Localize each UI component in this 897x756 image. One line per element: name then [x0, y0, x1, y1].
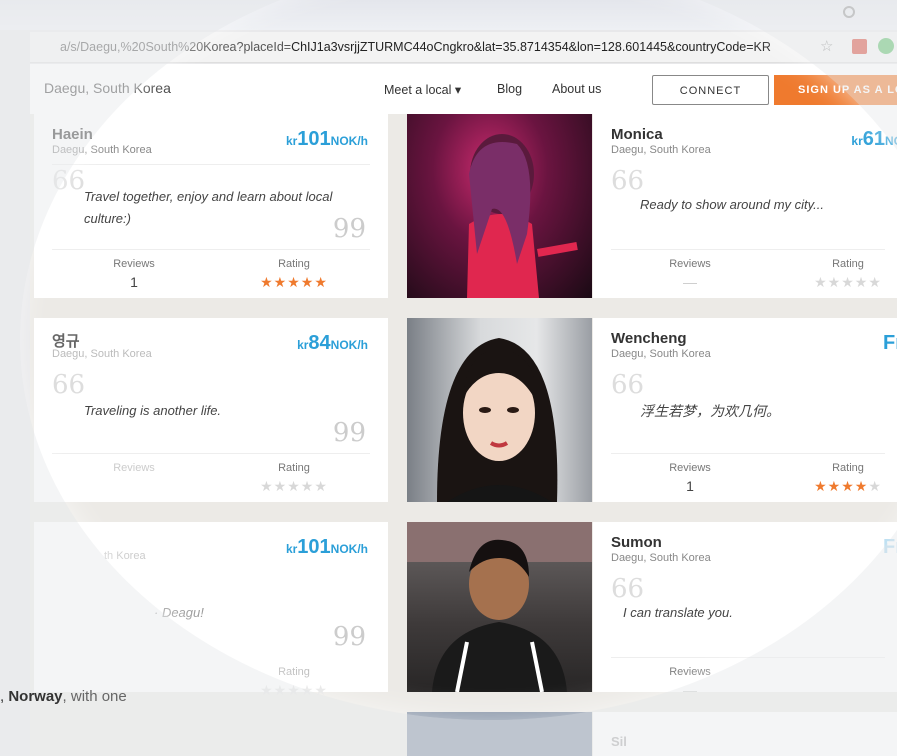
nav-blog[interactable]: Blog [497, 82, 522, 96]
url-rest: ChIJ1a3vsrjjZTURMC44oCngkro&lat=35.87143… [291, 40, 771, 54]
extension-icon[interactable] [878, 38, 894, 54]
local-photo-wencheng[interactable] [407, 318, 592, 502]
bookmark-star-icon[interactable]: ☆ [820, 37, 833, 55]
window-control-icon[interactable] [843, 6, 855, 18]
local-card-wencheng[interactable]: Wencheng Daegu, South Korea Fr 66 浮生若梦，为… [593, 318, 897, 502]
local-photo-sumon[interactable] [407, 522, 592, 692]
connect-button[interactable]: CONNECT [652, 75, 769, 105]
reviews-count: 1 [686, 478, 694, 494]
sign-up-as-local-button[interactable]: SIGN UP AS A LO [774, 75, 897, 105]
portrait-image [437, 338, 558, 502]
local-card-partial[interactable]: th Korea kr101NOK/h · Deagu! 99 Rating ★… [34, 522, 388, 698]
local-price: kr84NOK/h [297, 332, 368, 354]
local-price-free: Fr [883, 332, 897, 354]
local-city: Daegu, South Korea [611, 552, 711, 564]
address-bar[interactable]: a/s/Daegu,%20South%20Korea?placeId=ChIJ1… [60, 36, 830, 58]
outer-window-chrome [0, 0, 897, 30]
local-price: kr101NOK/h [285, 128, 368, 150]
rating-label: Rating [832, 258, 864, 270]
nav-about-us[interactable]: About us [552, 82, 601, 96]
portrait-image [407, 522, 592, 692]
local-price: kr101NOK/h [285, 536, 368, 558]
rating-label: Rating [278, 462, 310, 474]
divider [52, 249, 370, 250]
divider [611, 657, 885, 658]
screenshot-stage: a/s/Daegu,%20South%20Korea?placeId=ChIJ1… [0, 0, 897, 756]
local-name: Sil [611, 734, 627, 749]
local-name: Monica [611, 126, 663, 143]
nav-meet-a-local[interactable]: Meet a local ▾ [384, 82, 461, 97]
background-headline: , Norway, with one [0, 688, 127, 705]
local-bio: Travel together, enjoy and learn about l… [84, 189, 333, 226]
url-prefix: a/s/Daegu,%20South%20Korea?placeId= [60, 40, 292, 54]
rating-stars: ★★★★★ [814, 274, 882, 290]
browser-address-row: a/s/Daegu,%20South%20Korea?placeId=ChIJ1… [30, 32, 897, 63]
divider [611, 453, 885, 454]
site-navbar: Daegu, South Korea Meet a local ▾ Blog A… [30, 64, 897, 115]
quote-open-icon: 66 [52, 370, 86, 400]
local-photo-monica[interactable] [407, 114, 592, 298]
rating-label: Rating [832, 462, 864, 474]
rating-stars: ★★★★★ [260, 274, 328, 290]
local-bio: · Deagu! [154, 605, 204, 620]
location-label[interactable]: Daegu, South Korea [44, 80, 171, 96]
local-city: th Korea [104, 550, 146, 562]
local-city: Daegu, South Korea [52, 348, 152, 360]
rating-stars: ★★★★★ [260, 682, 328, 698]
local-card-haein[interactable]: Haein Daegu, South Korea kr101NOK/h 66 T… [34, 114, 388, 298]
portrait-image [467, 134, 578, 298]
rating-label: Rating [278, 258, 310, 270]
reviews-label: Reviews [113, 462, 155, 474]
quote-close-icon: 99 [332, 214, 366, 244]
local-bio: I can translate you. [623, 605, 733, 620]
local-card-sumon[interactable]: Sumon Daegu, South Korea Fr 66 I can tra… [593, 522, 897, 698]
quote-close-icon: 99 [332, 418, 366, 448]
local-bio: 浮生若梦，为欢几何。 [640, 403, 780, 419]
local-name: Haein [52, 126, 93, 143]
reviews-label: Reviews [669, 462, 711, 474]
local-bio: Ready to show around my city... [640, 197, 825, 212]
divider [52, 453, 370, 454]
local-city: Daegu, South Korea [52, 144, 152, 156]
reviews-count: 1 [130, 274, 138, 290]
quote-open-icon: 66 [611, 574, 645, 604]
local-price-free: Fr [883, 536, 897, 558]
rating-stars: ★★★★★ [260, 478, 328, 494]
local-bio: Traveling is another life. [84, 403, 222, 418]
extension-icon[interactable] [852, 39, 867, 54]
local-photo-partial[interactable] [407, 712, 592, 756]
local-city: Daegu, South Korea [611, 348, 711, 360]
local-price: kr61NO [851, 128, 897, 150]
local-card-younggyu[interactable]: 영규 Daegu, South Korea kr84NOK/h 66 Trave… [34, 318, 388, 502]
divider [52, 164, 370, 165]
quote-open-icon: 66 [611, 166, 645, 196]
local-name: Wencheng [611, 330, 687, 347]
quote-open-icon: 66 [52, 166, 86, 196]
quote-close-icon: 99 [332, 622, 366, 652]
divider [611, 249, 885, 250]
local-card-sil[interactable]: Sil [593, 712, 897, 756]
quote-open-icon: 66 [611, 370, 645, 400]
locals-grid: Haein Daegu, South Korea kr101NOK/h 66 T… [30, 114, 897, 756]
rating-stars: ★★★★★ [814, 478, 882, 494]
reviews-label: Reviews [669, 666, 711, 678]
reviews-count: — [683, 682, 697, 698]
reviews-label: Reviews [669, 258, 711, 270]
reviews-label: Reviews [113, 258, 155, 270]
rating-label: Rating [278, 666, 310, 678]
local-name: Sumon [611, 534, 662, 551]
local-city: Daegu, South Korea [611, 144, 711, 156]
reviews-count: — [683, 274, 697, 290]
local-card-monica[interactable]: Monica Daegu, South Korea kr61NO 66 Read… [593, 114, 897, 298]
